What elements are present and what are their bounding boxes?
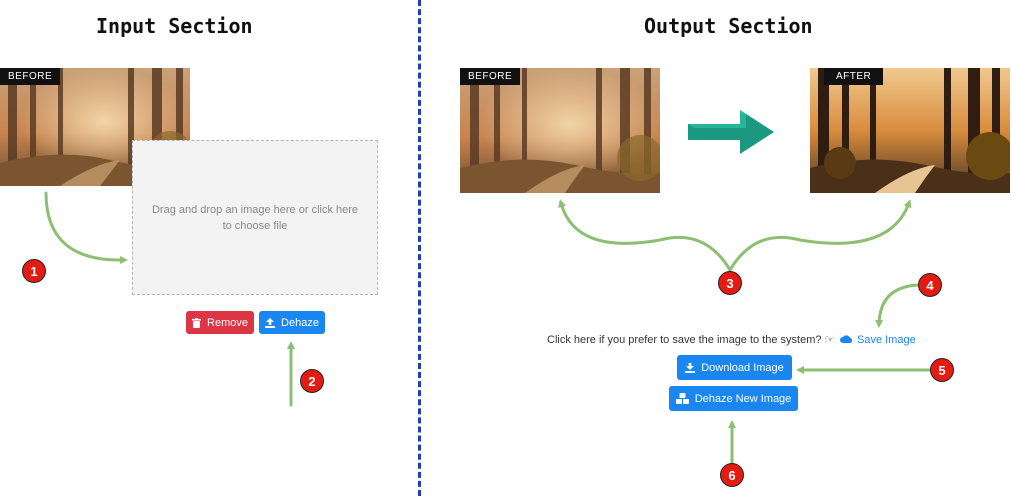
callout-badge-4: 4 bbox=[918, 273, 942, 297]
dehaze-new-image-label: Dehaze New Image bbox=[694, 392, 792, 405]
after-tag: AFTER bbox=[824, 68, 884, 85]
callout-badge-5: 5 bbox=[930, 358, 954, 382]
cubes-icon bbox=[675, 393, 689, 404]
download-icon bbox=[685, 362, 696, 373]
upload-icon bbox=[265, 317, 276, 328]
dehaze-button[interactable]: Dehaze bbox=[259, 311, 325, 334]
image-dropzone[interactable]: Drag and drop an image here or click her… bbox=[132, 140, 378, 295]
dehaze-label: Dehaze bbox=[281, 316, 319, 329]
section-divider bbox=[418, 0, 421, 496]
save-prompt: Click here if you prefer to save the ima… bbox=[547, 334, 835, 346]
save-image-label: Save Image bbox=[857, 334, 916, 346]
remove-label: Remove bbox=[207, 316, 248, 329]
output-before-image: BEFORE bbox=[460, 68, 660, 193]
right-arrow-icon bbox=[686, 106, 778, 163]
cloud-icon bbox=[840, 334, 853, 346]
callout-badge-2: 2 bbox=[300, 369, 324, 393]
trash-icon bbox=[192, 317, 202, 328]
dehaze-new-image-button[interactable]: Dehaze New Image bbox=[669, 386, 798, 411]
dropzone-text: Drag and drop an image here or click her… bbox=[151, 203, 359, 232]
before-tag: BEFORE bbox=[460, 68, 521, 85]
output-section-title: Output Section bbox=[644, 14, 813, 38]
download-image-button[interactable]: Download Image bbox=[677, 355, 792, 380]
callout-badge-1: 1 bbox=[22, 259, 46, 283]
callout-badge-6: 6 bbox=[720, 463, 744, 487]
save-image-link[interactable]: Save Image bbox=[840, 334, 916, 346]
output-after-image: AFTER bbox=[810, 68, 1010, 193]
remove-button[interactable]: Remove bbox=[186, 311, 254, 334]
callout-badge-3: 3 bbox=[718, 271, 742, 295]
input-section-title: Input Section bbox=[96, 14, 253, 38]
download-image-label: Download Image bbox=[701, 361, 784, 374]
before-tag: BEFORE bbox=[0, 68, 61, 85]
